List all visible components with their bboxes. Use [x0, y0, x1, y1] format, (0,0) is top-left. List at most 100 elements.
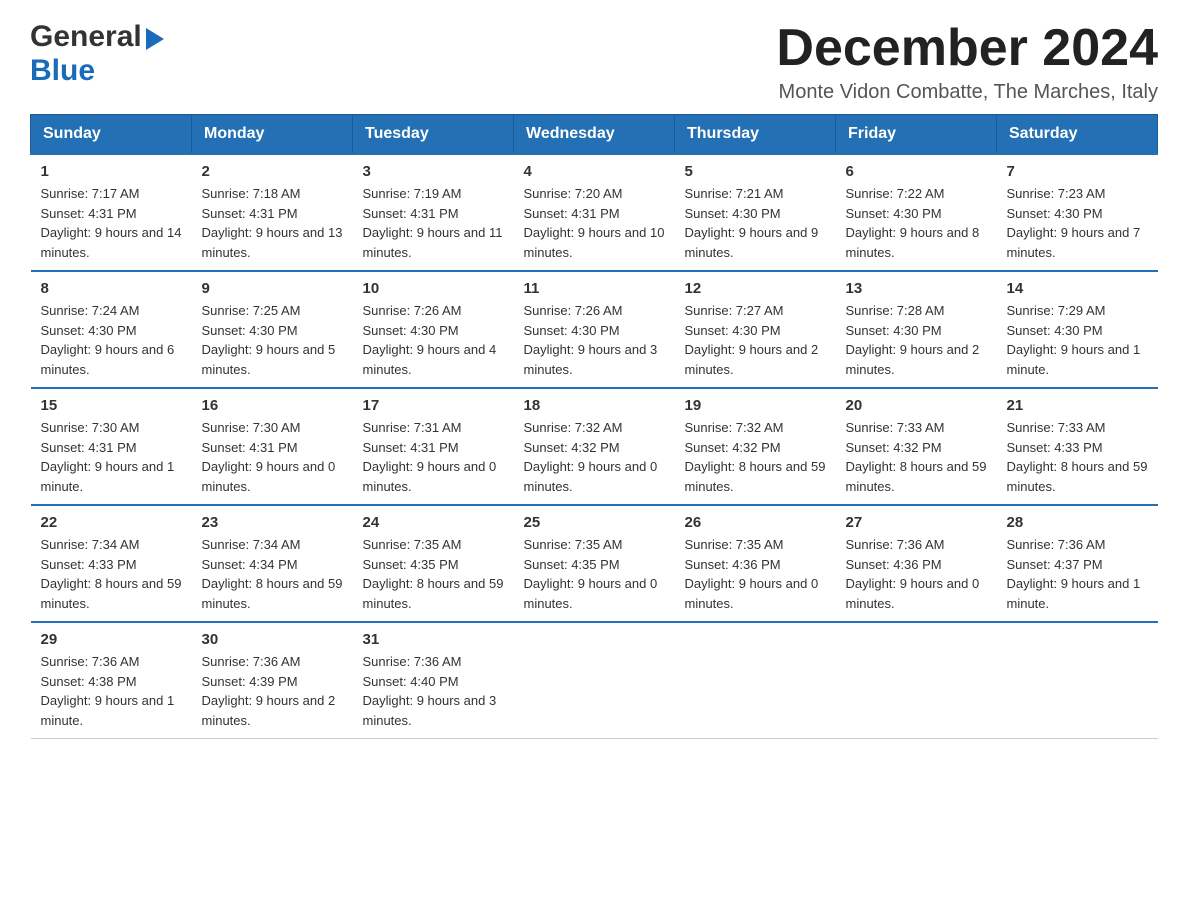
day-info: Sunrise: 7:26 AMSunset: 4:30 PMDaylight:…: [524, 303, 658, 377]
day-info: Sunrise: 7:26 AMSunset: 4:30 PMDaylight:…: [363, 303, 497, 377]
day-info: Sunrise: 7:29 AMSunset: 4:30 PMDaylight:…: [1007, 303, 1141, 377]
logo-arrow-icon: [146, 28, 164, 50]
calendar-week-4: 22 Sunrise: 7:34 AMSunset: 4:33 PMDaylig…: [31, 505, 1158, 622]
calendar-day-7: 7 Sunrise: 7:23 AMSunset: 4:30 PMDayligh…: [997, 154, 1158, 271]
weekday-header-row: SundayMondayTuesdayWednesdayThursdayFrid…: [31, 115, 1158, 155]
day-info: Sunrise: 7:22 AMSunset: 4:30 PMDaylight:…: [846, 186, 980, 260]
logo-general-text: General: [30, 20, 142, 54]
day-info: Sunrise: 7:28 AMSunset: 4:30 PMDaylight:…: [846, 303, 980, 377]
day-info: Sunrise: 7:30 AMSunset: 4:31 PMDaylight:…: [41, 420, 175, 494]
day-number: 31: [363, 631, 504, 648]
calendar-table: SundayMondayTuesdayWednesdayThursdayFrid…: [30, 114, 1158, 739]
day-number: 21: [1007, 397, 1148, 414]
calendar-day-1: 1 Sunrise: 7:17 AMSunset: 4:31 PMDayligh…: [31, 154, 192, 271]
day-info: Sunrise: 7:32 AMSunset: 4:32 PMDaylight:…: [685, 420, 826, 494]
calendar-day-empty: [675, 622, 836, 739]
calendar-day-16: 16 Sunrise: 7:30 AMSunset: 4:31 PMDaylig…: [192, 388, 353, 505]
day-number: 28: [1007, 514, 1148, 531]
calendar-day-8: 8 Sunrise: 7:24 AMSunset: 4:30 PMDayligh…: [31, 271, 192, 388]
page-header: General Blue December 2024 Monte Vidon C…: [30, 20, 1158, 104]
day-number: 22: [41, 514, 182, 531]
day-number: 25: [524, 514, 665, 531]
calendar-day-17: 17 Sunrise: 7:31 AMSunset: 4:31 PMDaylig…: [353, 388, 514, 505]
day-number: 6: [846, 163, 987, 180]
weekday-header-monday: Monday: [192, 115, 353, 155]
calendar-week-2: 8 Sunrise: 7:24 AMSunset: 4:30 PMDayligh…: [31, 271, 1158, 388]
month-title: December 2024: [776, 20, 1158, 77]
day-number: 2: [202, 163, 343, 180]
calendar-day-3: 3 Sunrise: 7:19 AMSunset: 4:31 PMDayligh…: [353, 154, 514, 271]
day-number: 5: [685, 163, 826, 180]
day-info: Sunrise: 7:36 AMSunset: 4:40 PMDaylight:…: [363, 654, 497, 728]
weekday-header-wednesday: Wednesday: [514, 115, 675, 155]
calendar-day-2: 2 Sunrise: 7:18 AMSunset: 4:31 PMDayligh…: [192, 154, 353, 271]
day-number: 10: [363, 280, 504, 297]
day-number: 4: [524, 163, 665, 180]
day-number: 29: [41, 631, 182, 648]
weekday-header-sunday: Sunday: [31, 115, 192, 155]
day-number: 14: [1007, 280, 1148, 297]
day-number: 1: [41, 163, 182, 180]
day-info: Sunrise: 7:25 AMSunset: 4:30 PMDaylight:…: [202, 303, 336, 377]
day-number: 11: [524, 280, 665, 297]
day-info: Sunrise: 7:31 AMSunset: 4:31 PMDaylight:…: [363, 420, 497, 494]
logo: General Blue: [30, 20, 164, 88]
day-info: Sunrise: 7:18 AMSunset: 4:31 PMDaylight:…: [202, 186, 343, 260]
day-number: 8: [41, 280, 182, 297]
day-number: 3: [363, 163, 504, 180]
day-info: Sunrise: 7:36 AMSunset: 4:37 PMDaylight:…: [1007, 537, 1141, 611]
calendar-week-5: 29 Sunrise: 7:36 AMSunset: 4:38 PMDaylig…: [31, 622, 1158, 739]
day-info: Sunrise: 7:21 AMSunset: 4:30 PMDaylight:…: [685, 186, 819, 260]
calendar-day-empty: [836, 622, 997, 739]
title-section: December 2024 Monte Vidon Combatte, The …: [776, 20, 1158, 104]
calendar-day-29: 29 Sunrise: 7:36 AMSunset: 4:38 PMDaylig…: [31, 622, 192, 739]
day-info: Sunrise: 7:17 AMSunset: 4:31 PMDaylight:…: [41, 186, 182, 260]
day-number: 24: [363, 514, 504, 531]
day-number: 12: [685, 280, 826, 297]
day-info: Sunrise: 7:34 AMSunset: 4:33 PMDaylight:…: [41, 537, 182, 611]
calendar-day-24: 24 Sunrise: 7:35 AMSunset: 4:35 PMDaylig…: [353, 505, 514, 622]
day-info: Sunrise: 7:35 AMSunset: 4:35 PMDaylight:…: [363, 537, 504, 611]
day-info: Sunrise: 7:36 AMSunset: 4:39 PMDaylight:…: [202, 654, 336, 728]
calendar-day-26: 26 Sunrise: 7:35 AMSunset: 4:36 PMDaylig…: [675, 505, 836, 622]
day-info: Sunrise: 7:36 AMSunset: 4:38 PMDaylight:…: [41, 654, 175, 728]
calendar-day-20: 20 Sunrise: 7:33 AMSunset: 4:32 PMDaylig…: [836, 388, 997, 505]
day-info: Sunrise: 7:35 AMSunset: 4:36 PMDaylight:…: [685, 537, 819, 611]
calendar-day-30: 30 Sunrise: 7:36 AMSunset: 4:39 PMDaylig…: [192, 622, 353, 739]
calendar-day-27: 27 Sunrise: 7:36 AMSunset: 4:36 PMDaylig…: [836, 505, 997, 622]
day-info: Sunrise: 7:24 AMSunset: 4:30 PMDaylight:…: [41, 303, 175, 377]
calendar-day-28: 28 Sunrise: 7:36 AMSunset: 4:37 PMDaylig…: [997, 505, 1158, 622]
calendar-week-1: 1 Sunrise: 7:17 AMSunset: 4:31 PMDayligh…: [31, 154, 1158, 271]
calendar-day-19: 19 Sunrise: 7:32 AMSunset: 4:32 PMDaylig…: [675, 388, 836, 505]
weekday-header-saturday: Saturday: [997, 115, 1158, 155]
day-info: Sunrise: 7:33 AMSunset: 4:32 PMDaylight:…: [846, 420, 987, 494]
weekday-header-thursday: Thursday: [675, 115, 836, 155]
day-number: 18: [524, 397, 665, 414]
day-info: Sunrise: 7:30 AMSunset: 4:31 PMDaylight:…: [202, 420, 336, 494]
logo-blue-text: Blue: [30, 54, 95, 87]
calendar-day-empty: [514, 622, 675, 739]
calendar-day-25: 25 Sunrise: 7:35 AMSunset: 4:35 PMDaylig…: [514, 505, 675, 622]
calendar-day-13: 13 Sunrise: 7:28 AMSunset: 4:30 PMDaylig…: [836, 271, 997, 388]
day-number: 13: [846, 280, 987, 297]
calendar-day-23: 23 Sunrise: 7:34 AMSunset: 4:34 PMDaylig…: [192, 505, 353, 622]
day-info: Sunrise: 7:19 AMSunset: 4:31 PMDaylight:…: [363, 186, 503, 260]
day-info: Sunrise: 7:27 AMSunset: 4:30 PMDaylight:…: [685, 303, 819, 377]
calendar-body: 1 Sunrise: 7:17 AMSunset: 4:31 PMDayligh…: [31, 154, 1158, 739]
calendar-day-18: 18 Sunrise: 7:32 AMSunset: 4:32 PMDaylig…: [514, 388, 675, 505]
day-number: 15: [41, 397, 182, 414]
day-number: 27: [846, 514, 987, 531]
calendar-day-6: 6 Sunrise: 7:22 AMSunset: 4:30 PMDayligh…: [836, 154, 997, 271]
day-info: Sunrise: 7:35 AMSunset: 4:35 PMDaylight:…: [524, 537, 658, 611]
day-number: 7: [1007, 163, 1148, 180]
day-info: Sunrise: 7:34 AMSunset: 4:34 PMDaylight:…: [202, 537, 343, 611]
day-number: 23: [202, 514, 343, 531]
day-info: Sunrise: 7:23 AMSunset: 4:30 PMDaylight:…: [1007, 186, 1141, 260]
calendar-week-3: 15 Sunrise: 7:30 AMSunset: 4:31 PMDaylig…: [31, 388, 1158, 505]
calendar-day-4: 4 Sunrise: 7:20 AMSunset: 4:31 PMDayligh…: [514, 154, 675, 271]
day-number: 20: [846, 397, 987, 414]
day-number: 26: [685, 514, 826, 531]
calendar-day-15: 15 Sunrise: 7:30 AMSunset: 4:31 PMDaylig…: [31, 388, 192, 505]
calendar-day-14: 14 Sunrise: 7:29 AMSunset: 4:30 PMDaylig…: [997, 271, 1158, 388]
weekday-header-tuesday: Tuesday: [353, 115, 514, 155]
